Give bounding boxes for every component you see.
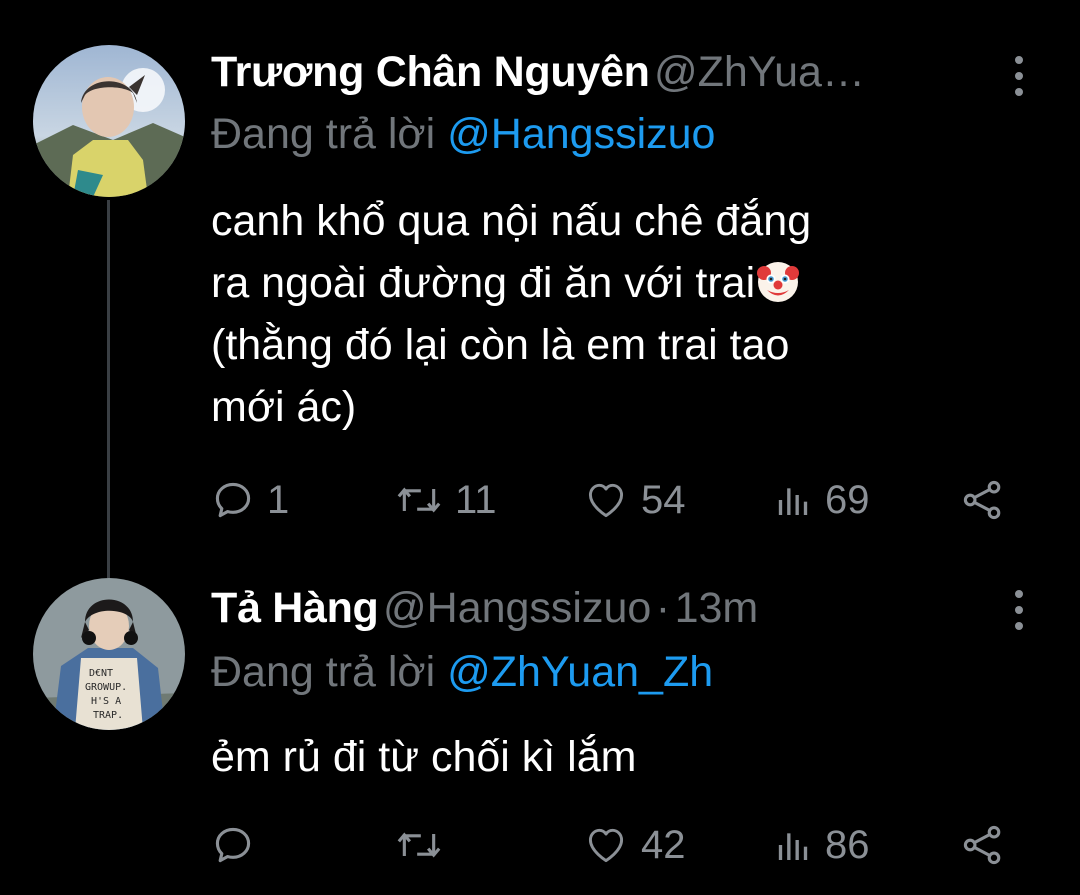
views-button[interactable]: 86 — [773, 815, 870, 875]
tweet-header: Tả Hàng @Hangssizuo · 13m — [211, 584, 1080, 640]
views-count: 86 — [825, 822, 870, 867]
heart-icon — [588, 828, 624, 863]
share-icon — [963, 480, 1001, 520]
retweet-button[interactable]: 11 — [395, 470, 497, 530]
replying-to: Đang trả lời @ZhYuan_Zh — [211, 648, 1040, 697]
timestamp[interactable]: 13m — [675, 584, 759, 632]
reply-prefix: Đang trả lời — [211, 648, 436, 696]
tweet[interactable]: Trương Chân Nguyên @ZhYua… Đang trả lời … — [0, 0, 1080, 560]
user-handle[interactable]: @Hangssizuo — [383, 584, 651, 632]
more-vertical-icon[interactable] — [1006, 582, 1032, 638]
tweet-actions: 1 11 54 69 — [211, 470, 1040, 530]
like-button[interactable]: 54 — [583, 470, 686, 530]
retweet-button[interactable] — [395, 815, 455, 875]
avatar-image: D€NT GROWUP. H'S A TRAP. — [33, 578, 185, 730]
retweet-icon — [397, 487, 441, 513]
tweet-text: ẻm rủ đi từ chối kì lắm — [211, 733, 637, 781]
more-vertical-icon[interactable] — [1006, 48, 1032, 104]
reply-button[interactable] — [211, 815, 267, 875]
reply-prefix: Đang trả lời — [211, 110, 436, 158]
reply-icon — [215, 482, 251, 518]
views-button[interactable]: 69 — [773, 470, 870, 530]
display-name[interactable]: Trương Chân Nguyên — [211, 48, 650, 96]
avatar-image — [33, 45, 185, 197]
separator-dot: · — [655, 584, 671, 632]
clown-face-emoji-icon — [757, 262, 800, 302]
svg-text:D€NT: D€NT — [89, 668, 113, 679]
avatar[interactable]: D€NT GROWUP. H'S A TRAP. — [33, 578, 185, 730]
reply-count: 1 — [267, 477, 290, 522]
reply-icon — [215, 827, 251, 863]
heart-icon — [588, 483, 624, 518]
share-button[interactable] — [961, 815, 1005, 875]
tweet[interactable]: D€NT GROWUP. H'S A TRAP. Tả Hàng @Hangss… — [0, 560, 1080, 895]
views-icon — [778, 833, 808, 860]
share-icon — [963, 825, 1001, 865]
reply-mention-link[interactable]: @ZhYuan_Zh — [447, 648, 713, 696]
tweet-actions: 42 86 — [211, 815, 1040, 875]
display-name[interactable]: Tả Hàng — [211, 584, 379, 632]
views-icon — [778, 488, 808, 515]
replying-to: Đang trả lời @Hangssizuo — [211, 110, 1040, 159]
tweet-header: Trương Chân Nguyên @ZhYua… — [211, 48, 1080, 104]
reply-mention-link[interactable]: @Hangssizuo — [447, 110, 715, 158]
tweet-text: canh khổ qua nội nấu chê đắng ra ngoài đ… — [211, 190, 1001, 438]
share-button[interactable] — [961, 470, 1005, 530]
retweet-count: 11 — [455, 477, 497, 522]
like-count: 42 — [641, 822, 686, 867]
views-count: 69 — [825, 477, 870, 522]
like-count: 54 — [641, 477, 686, 522]
user-handle[interactable]: @ZhYua… — [654, 48, 865, 96]
tweet-text-part2: (thằng đó lại còn là em trai tao mới ác) — [211, 321, 790, 431]
svg-text:TRAP.: TRAP. — [93, 710, 123, 721]
like-button[interactable]: 42 — [583, 815, 686, 875]
avatar[interactable] — [33, 45, 185, 197]
tweet-text-part1: canh khổ qua nội nấu chê đắng ra ngoài đ… — [211, 197, 812, 307]
svg-text:GROWUP.: GROWUP. — [85, 682, 127, 693]
reply-button[interactable]: 1 — [211, 470, 289, 530]
retweet-icon — [397, 832, 441, 858]
svg-text:H'S A: H'S A — [91, 696, 121, 707]
